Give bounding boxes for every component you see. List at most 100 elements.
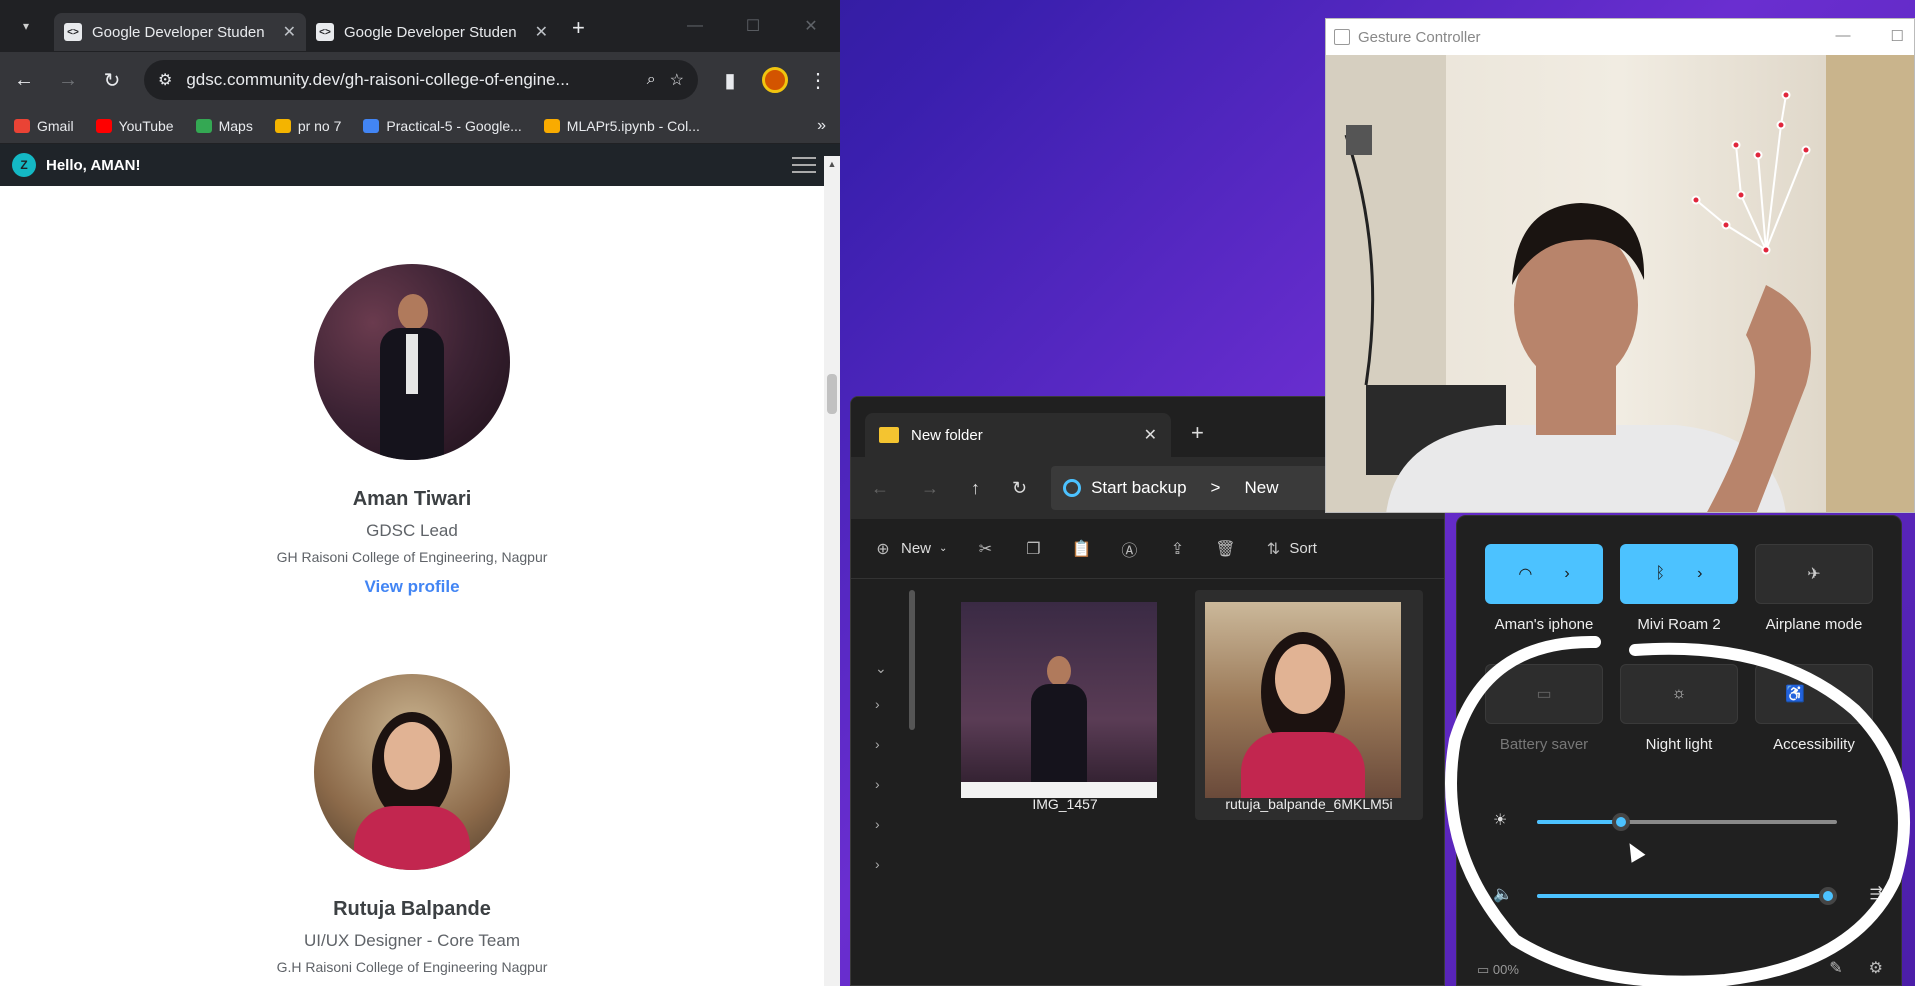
explorer-tab[interactable]: New folder ✕ xyxy=(865,413,1171,457)
scroll-thumb[interactable] xyxy=(827,374,837,414)
bookmark-colab[interactable]: MLAPr5.ipynb - Col... xyxy=(543,117,700,134)
close-window-icon[interactable]: ✕ xyxy=(782,0,840,52)
share-icon[interactable]: ⇪ xyxy=(1167,539,1187,559)
breadcrumb-new-folder[interactable]: New xyxy=(1244,478,1278,498)
chevron-right-icon[interactable]: › xyxy=(875,736,880,752)
battery-saver-tile[interactable]: ▭ xyxy=(1485,664,1603,724)
tab-gdsc-1[interactable]: <> Google Developer Studen ✕ xyxy=(54,13,306,51)
battery-status[interactable]: ▭ 00% xyxy=(1477,962,1519,978)
audio-output-icon[interactable]: ⇶ xyxy=(1870,884,1883,904)
battery-icon: ▭ xyxy=(1536,686,1552,703)
bookmark-gmail[interactable]: Gmail xyxy=(14,118,74,134)
profile-avatar[interactable] xyxy=(762,67,788,93)
bookmark-pr-no-7[interactable]: pr no 7 xyxy=(274,118,341,134)
youtube-icon xyxy=(95,118,112,133)
battery-percent: 00% xyxy=(1492,962,1519,977)
chevron-right-icon[interactable]: › xyxy=(1837,685,1842,703)
chevron-right-icon[interactable]: › xyxy=(875,776,880,792)
rename-icon[interactable]: Ⓐ xyxy=(1119,539,1139,560)
settings-icon[interactable]: ⚙ xyxy=(1869,958,1883,978)
wifi-label: Aman's iphone xyxy=(1494,616,1594,633)
file-item[interactable]: rutuja_balpande_6MKLM5i xyxy=(1195,590,1423,820)
paste-icon[interactable]: 📋 xyxy=(1071,539,1091,559)
new-tab-button[interactable]: + xyxy=(1191,420,1204,446)
new-tab-button[interactable]: + xyxy=(572,15,585,41)
sort-button[interactable]: ⇅ Sort xyxy=(1263,539,1317,559)
copy-icon[interactable]: ❐ xyxy=(1023,539,1043,559)
chevron-right-icon[interactable]: › xyxy=(875,856,880,872)
forward-icon[interactable]: → xyxy=(921,478,939,499)
maximize-icon[interactable]: ☐ xyxy=(1891,27,1904,45)
view-profile-link[interactable]: View profile xyxy=(364,577,459,597)
slides-icon xyxy=(274,118,291,133)
page-scrollbar[interactable]: ▲ xyxy=(824,156,840,986)
airplane-mode-tile[interactable]: ✈ xyxy=(1755,544,1873,604)
battery-icon: ▭ xyxy=(1477,962,1493,977)
slider-track[interactable] xyxy=(1537,887,1837,905)
bookmark-youtube[interactable]: YouTube xyxy=(95,117,174,134)
address-bar[interactable]: ⚙ gdsc.community.dev/gh-raisoni-college-… xyxy=(144,60,698,100)
gdsc-favicon-icon: <> xyxy=(316,23,334,41)
chevron-right-icon[interactable]: › xyxy=(1697,565,1702,583)
camera-feed xyxy=(1326,55,1914,512)
close-tab-icon[interactable]: ✕ xyxy=(535,22,548,42)
chevron-right-icon[interactable]: › xyxy=(875,696,880,712)
zoom-icon[interactable]: ⌕ xyxy=(647,71,656,89)
folder-icon xyxy=(879,427,899,443)
camera-scene xyxy=(1326,55,1914,512)
tab-search-icon[interactable]: ▾ xyxy=(12,12,40,40)
chevron-right-icon[interactable]: › xyxy=(1564,565,1569,583)
file-item[interactable]: IMG_1457 xyxy=(951,590,1179,820)
app-icon xyxy=(1334,29,1350,45)
nav-pane-scrollbar[interactable] xyxy=(909,590,915,730)
avatar xyxy=(314,264,510,460)
tab-gdsc-2[interactable]: <> Google Developer Studen ✕ xyxy=(306,13,558,51)
wifi-tile[interactable]: ◠ › xyxy=(1485,544,1603,604)
slider-track[interactable] xyxy=(1537,813,1837,831)
scroll-up-icon[interactable]: ▲ xyxy=(824,156,840,172)
close-tab-icon[interactable]: ✕ xyxy=(1144,425,1157,445)
bookmark-star-icon[interactable]: ☆ xyxy=(670,70,684,90)
gdsc-logo-icon: Z xyxy=(12,153,36,177)
chevron-down-icon[interactable]: ⌄ xyxy=(875,660,887,677)
gesture-controller-window: Gesture Controller — ☐ xyxy=(1325,18,1915,513)
new-button[interactable]: ⊕ New ⌄ xyxy=(873,539,947,559)
close-tab-icon[interactable]: ✕ xyxy=(283,22,296,42)
side-panel-icon[interactable]: ▮ xyxy=(718,68,742,93)
member-card: Rutuja Balpande UI/UX Designer - Core Te… xyxy=(0,674,824,975)
bookmark-label: MLAPr5.ipynb - Col... xyxy=(566,117,700,134)
refresh-icon[interactable]: ↻ xyxy=(1012,478,1027,499)
cut-icon[interactable]: ✂ xyxy=(975,539,995,559)
back-icon[interactable]: ← xyxy=(871,478,889,499)
more-bookmarks-icon[interactable]: » xyxy=(817,117,826,135)
brightness-slider[interactable]: ☀ xyxy=(1493,806,1883,836)
chevron-right-icon[interactable]: › xyxy=(875,816,880,832)
night-light-tile[interactable]: ☼ xyxy=(1620,664,1738,724)
edit-icon[interactable]: ✎ xyxy=(1829,958,1842,978)
back-icon[interactable]: ← xyxy=(12,69,36,92)
bookmark-maps[interactable]: Maps xyxy=(195,118,253,134)
airplane-mode-label: Airplane mode xyxy=(1765,616,1863,633)
member-name: Aman Tiwari xyxy=(352,488,472,510)
minimize-icon[interactable]: — xyxy=(1836,27,1851,45)
slider-thumb[interactable] xyxy=(1819,887,1837,905)
bluetooth-tile[interactable]: ᛒ › xyxy=(1620,544,1738,604)
reload-icon[interactable]: ↻ xyxy=(100,68,124,93)
web-page-content: Aman Tiwari GDSC Lead GH Raisoni College… xyxy=(0,198,824,986)
bookmark-label: YouTube xyxy=(118,117,174,134)
volume-slider[interactable]: 🔈 ⇶ xyxy=(1493,880,1883,910)
bookmark-practical-5[interactable]: Practical-5 - Google... xyxy=(363,118,522,134)
volume-icon[interactable]: 🔈 xyxy=(1493,884,1513,904)
menu-icon[interactable]: ⋮ xyxy=(808,68,828,93)
minimize-icon[interactable]: — xyxy=(666,0,724,52)
site-info-icon[interactable]: ⚙ xyxy=(158,70,172,90)
forward-icon[interactable]: → xyxy=(56,69,80,92)
tab-title: Google Developer Studen xyxy=(92,23,265,41)
breadcrumb-start-backup[interactable]: Start backup xyxy=(1091,478,1186,498)
up-icon[interactable]: ↑ xyxy=(971,478,980,499)
slider-thumb[interactable] xyxy=(1612,813,1630,831)
hamburger-menu-icon[interactable] xyxy=(792,157,816,173)
accessibility-tile[interactable]: ♿ › xyxy=(1755,664,1873,724)
maximize-icon[interactable]: ☐ xyxy=(724,0,782,52)
delete-icon[interactable]: 🗑 xyxy=(1215,539,1235,559)
